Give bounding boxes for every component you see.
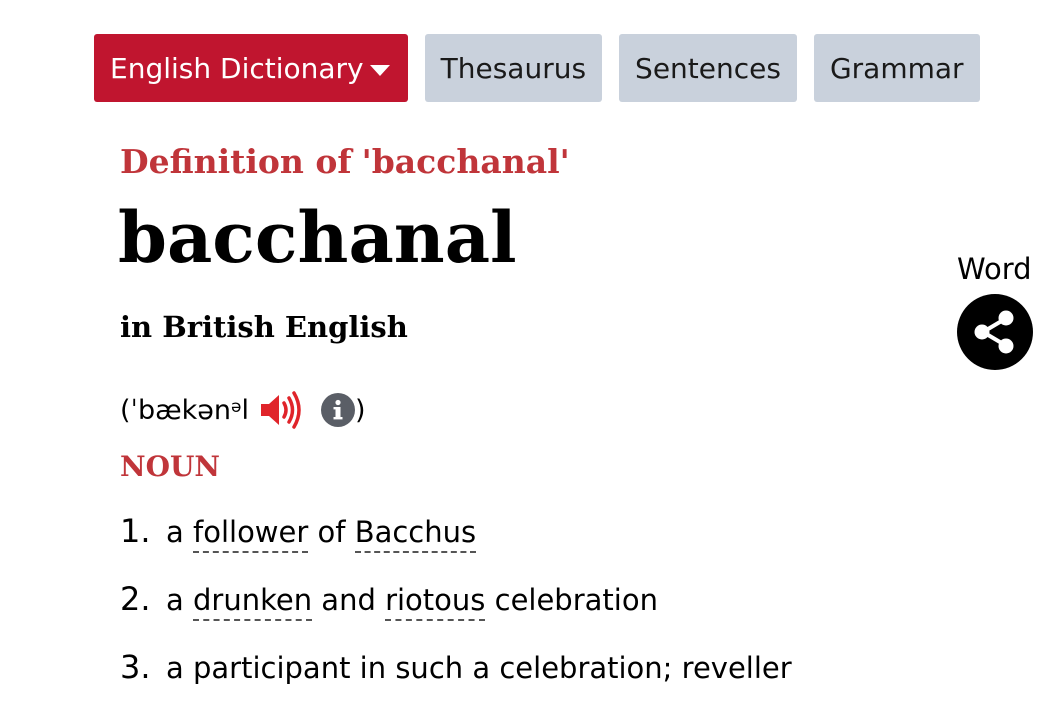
sense-text: a participant in such a celebration; rev… <box>166 651 792 685</box>
definition-heading: Definition of'bacchanal' <box>120 142 570 181</box>
sense-text: a drunken and riotous celebration <box>166 583 658 621</box>
language-variety: in British English <box>120 310 408 344</box>
tab-label: Sentences <box>635 51 781 85</box>
pronunciation: (ˈbækən ə l ) <box>120 390 366 430</box>
sense-word: and <box>312 583 386 617</box>
sense-item: 1. a follower of Bacchus <box>120 512 792 580</box>
tab-label: English Dictionary <box>110 51 364 85</box>
tab-label: Grammar <box>829 51 964 85</box>
definition-word: 'bacchanal' <box>361 142 570 181</box>
share-button[interactable] <box>957 294 1033 370</box>
word-link-riotous[interactable]: riotous <box>385 583 486 621</box>
sense-number: 2. <box>120 580 151 618</box>
sense-word: a participant in such a celebration; rev… <box>166 651 792 685</box>
info-icon[interactable] <box>320 393 355 427</box>
sense-list: 1. a follower of Bacchus 2. a drunken an… <box>120 512 792 716</box>
sense-number: 3. <box>120 648 151 686</box>
sense-word: a <box>166 583 193 617</box>
sense-word: of <box>308 515 355 549</box>
word-link-drunken[interactable]: drunken <box>193 583 313 621</box>
speaker-icon[interactable] <box>259 390 303 430</box>
sense-word: celebration <box>485 583 658 617</box>
definition-prefix: Definition of <box>120 142 352 181</box>
part-of-speech: NOUN <box>120 450 220 483</box>
sense-word: a <box>166 515 193 549</box>
nav-tabs: English Dictionary Thesaurus Sentences G… <box>94 34 980 102</box>
sense-text: a follower of Bacchus <box>166 515 477 553</box>
pronunciation-text: (ˈbækən <box>120 394 231 426</box>
sense-item: 3. a participant in such a celebration; … <box>120 648 792 716</box>
tab-label: Thesaurus <box>440 51 587 85</box>
share-label: Word <box>957 252 1032 286</box>
sense-item: 2. a drunken and riotous celebration <box>120 580 792 648</box>
tab-thesaurus[interactable]: Thesaurus <box>424 34 603 102</box>
tab-english-dictionary[interactable]: English Dictionary <box>94 34 408 102</box>
tab-sentences[interactable]: Sentences <box>619 34 797 102</box>
pronunciation-superscript: ə <box>230 397 242 417</box>
share-icon <box>974 310 1014 354</box>
pronunciation-tail: l <box>241 394 249 426</box>
sense-number: 1. <box>120 512 151 550</box>
dictionary-page: English Dictionary Thesaurus Sentences G… <box>0 0 1040 722</box>
tab-grammar[interactable]: Grammar <box>813 34 980 102</box>
word-link-bacchus[interactable]: Bacchus <box>354 515 477 553</box>
headword: bacchanal <box>118 196 517 279</box>
word-link-follower[interactable]: follower <box>193 515 309 553</box>
pronunciation-close: ) <box>354 394 366 426</box>
caret-down-icon <box>369 64 390 76</box>
